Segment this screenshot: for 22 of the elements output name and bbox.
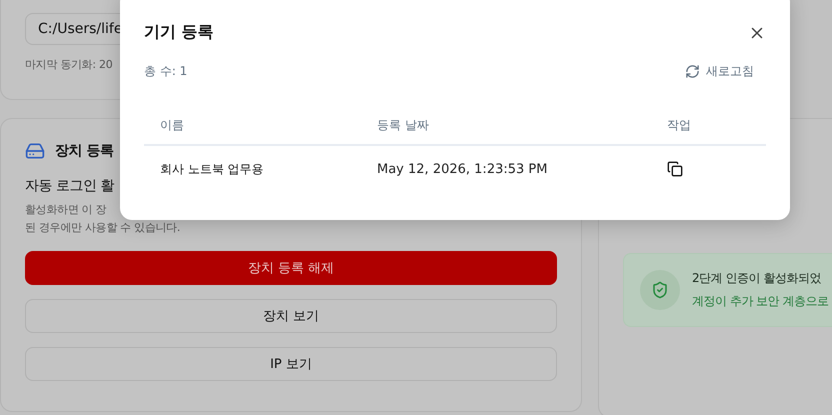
column-header: 작업	[667, 116, 692, 134]
unregister-button[interactable]: 장치 등록 해제	[25, 251, 557, 285]
column-header: 이름	[160, 116, 185, 134]
refresh-icon	[685, 64, 700, 79]
device-icon	[25, 141, 45, 161]
last-sync-text: 마지막 동기화: 20	[25, 57, 112, 72]
table-cell-text: 회사 노트북 업무용	[160, 160, 265, 178]
total-count: 총 수: 1	[144, 63, 188, 80]
dialog-title: 기기 등록	[144, 22, 214, 43]
refresh-button[interactable]: 새로고침	[685, 63, 754, 80]
shield-glyph-icon	[651, 281, 669, 299]
copy-icon[interactable]	[667, 161, 685, 177]
column-header: 등록 날짜	[377, 116, 430, 134]
status-title: 2단계 인증이 활성화되었	[692, 270, 822, 287]
view-button[interactable]: IP 보기	[25, 347, 557, 381]
description-text: 활성화하면 이 장	[25, 202, 108, 218]
card-subtitle: 자동 로그인 활	[25, 177, 116, 195]
table-cell-text: May 12, 2026, 1:23:53 PM	[377, 162, 548, 176]
status-text: 계정이 추가 보안 계층으로	[692, 293, 828, 310]
description-text: 된 경우에만 사용할 수 있습니다.	[25, 220, 182, 236]
card-title: 장치 등록	[55, 142, 114, 160]
view-button[interactable]: 장치 보기	[25, 299, 557, 333]
